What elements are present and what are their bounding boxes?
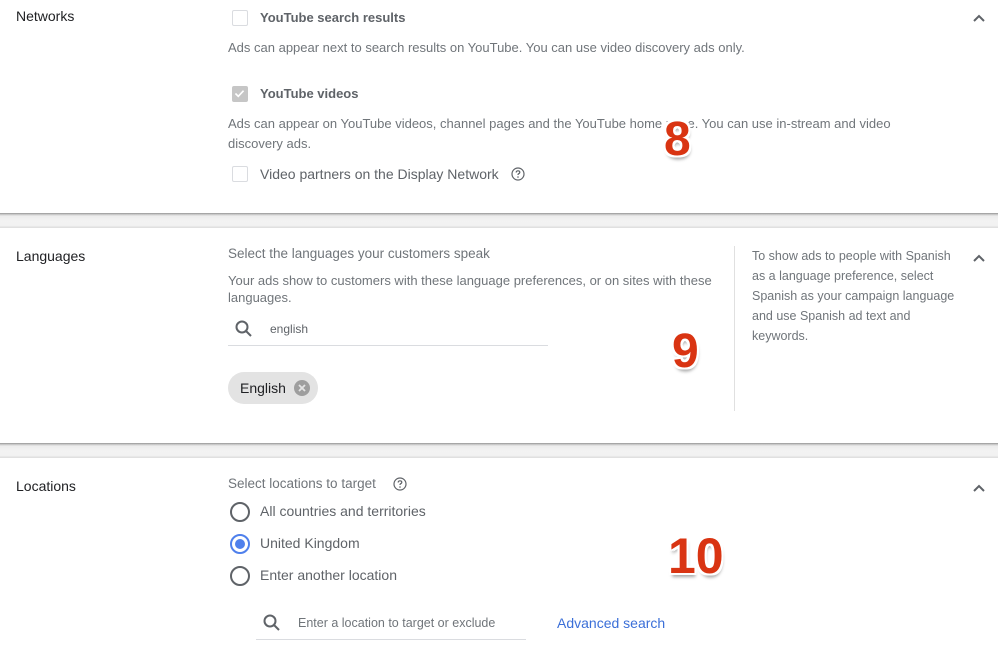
checkmark-icon	[234, 90, 245, 98]
close-circle-icon[interactable]	[293, 380, 310, 396]
youtube-search-results-label: YouTube search results	[260, 10, 406, 25]
networks-collapse-button[interactable]	[972, 13, 986, 23]
annotation-badge-8: 8	[664, 113, 691, 166]
annotation-badge-9: 9	[672, 325, 699, 378]
locations-section: Locations Select locations to target All…	[0, 458, 998, 652]
advanced-search-link[interactable]: Advanced search	[557, 615, 665, 631]
video-partners-label: Video partners on the Display Network	[260, 166, 499, 182]
networks-title: Networks	[16, 8, 75, 24]
annotation-badge-10: 10	[668, 528, 724, 584]
location-search-input[interactable]	[296, 615, 525, 631]
help-circle-icon[interactable]	[511, 167, 525, 181]
languages-side-note: To show ads to people with Spanish as a …	[752, 249, 955, 343]
location-search-field[interactable]	[256, 610, 526, 640]
languages-title: Languages	[16, 248, 86, 264]
radio-all-countries[interactable]	[230, 502, 250, 522]
section-divider	[0, 443, 998, 458]
language-search-field[interactable]	[228, 316, 548, 346]
youtube-search-results-checkbox[interactable]	[232, 10, 248, 26]
youtube-videos-description: Ads can appear on YouTube videos, channe…	[228, 116, 891, 151]
chevron-up-icon	[973, 484, 985, 492]
radio-another-location[interactable]	[230, 566, 250, 586]
radio-all-countries-label: All countries and territories	[260, 503, 426, 519]
help-circle-icon[interactable]	[393, 477, 407, 491]
section-divider	[0, 213, 998, 228]
languages-description: Your ads show to customers with these la…	[228, 273, 712, 305]
chip-label: English	[240, 380, 286, 396]
language-chip-english[interactable]: English	[228, 372, 318, 404]
languages-prompt: Select the languages your customers spea…	[228, 246, 490, 261]
language-search-input[interactable]	[268, 321, 542, 337]
chevron-up-icon	[973, 254, 985, 262]
youtube-videos-checkbox[interactable]	[232, 86, 248, 102]
search-icon	[263, 614, 280, 631]
radio-united-kingdom[interactable]	[230, 534, 250, 554]
search-icon	[235, 320, 252, 337]
locations-prompt: Select locations to target	[228, 476, 376, 491]
languages-collapse-button[interactable]	[972, 253, 986, 263]
networks-section: Networks YouTube search results Ads can …	[0, 0, 998, 213]
youtube-videos-label: YouTube videos	[260, 86, 359, 101]
youtube-search-results-description: Ads can appear next to search results on…	[228, 40, 745, 55]
locations-collapse-button[interactable]	[972, 483, 986, 493]
radio-united-kingdom-label: United Kingdom	[260, 535, 360, 551]
chevron-up-icon	[973, 14, 985, 22]
locations-title: Locations	[16, 478, 76, 494]
side-note-divider	[734, 246, 735, 411]
video-partners-checkbox[interactable]	[232, 166, 248, 182]
radio-another-location-label: Enter another location	[260, 567, 397, 583]
